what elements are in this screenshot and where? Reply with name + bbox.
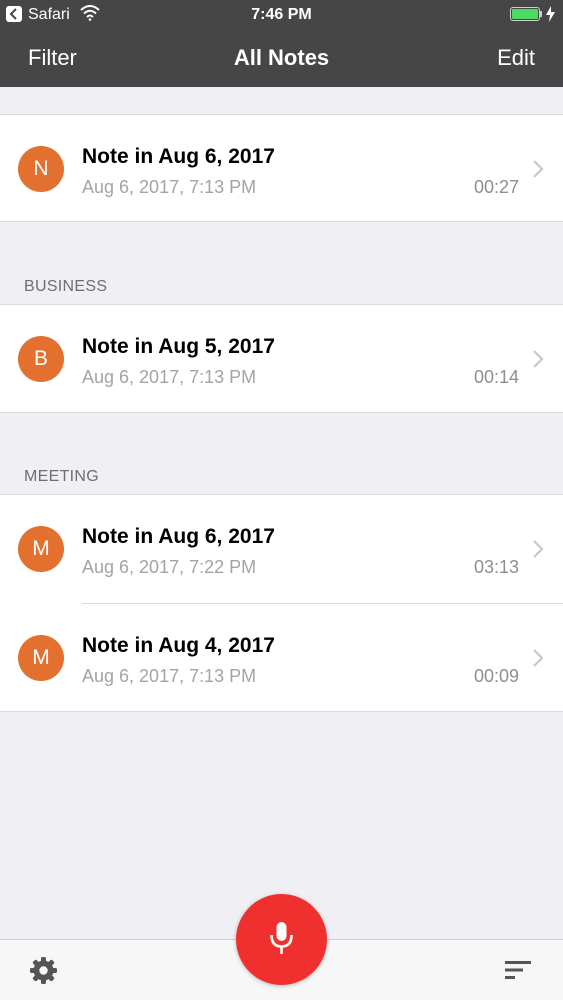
note-title: Note in Aug 5, 2017 (82, 335, 275, 358)
note-row[interactable]: M Note in Aug 4, 2017 Aug 6, 2017, 7:13 … (0, 604, 563, 712)
notes-group-meeting: M Note in Aug 6, 2017 Aug 6, 2017, 7:22 … (0, 494, 563, 712)
note-duration: 00:14 (473, 367, 519, 387)
page-title: All Notes (233, 45, 330, 70)
note-row[interactable]: M Note in Aug 6, 2017 Aug 6, 2017, 7:22 … (0, 495, 563, 603)
note-duration: 03:13 (473, 557, 519, 577)
note-date: Aug 6, 2017, 7:22 PM (82, 557, 257, 577)
battery-cap (540, 11, 542, 17)
note-title: Note in Aug 4, 2017 (82, 634, 275, 657)
notes-group-business: B Note in Aug 5, 2017 Aug 6, 2017, 7:13 … (0, 304, 563, 413)
note-title: Note in Aug 6, 2017 (82, 145, 275, 168)
gear-icon[interactable] (29, 956, 58, 985)
battery-icon (510, 7, 540, 21)
note-avatar: B (18, 336, 64, 382)
sort-lines-icon[interactable] (505, 960, 533, 980)
note-avatar: N (18, 146, 64, 192)
notes-group-uncategorized: N Note in Aug 6, 2017 Aug 6, 2017, 7:13 … (0, 114, 563, 222)
note-date: Aug 6, 2017, 7:13 PM (82, 367, 257, 387)
top-bar: Safari 7:46 PM Filter All Notes Edit (0, 0, 563, 87)
edit-button[interactable]: Edit (497, 45, 535, 71)
note-duration: 00:27 (473, 177, 519, 197)
note-avatar: M (18, 526, 64, 572)
chevron-right-icon (533, 350, 544, 368)
record-button[interactable] (236, 894, 327, 985)
microphone-icon (270, 922, 293, 954)
section-header-business: BUSINESS (24, 278, 108, 295)
note-date: Aug 6, 2017, 7:13 PM (82, 177, 257, 197)
section-header-meeting: MEETING (24, 468, 99, 485)
chevron-right-icon (533, 649, 544, 667)
note-row[interactable]: B Note in Aug 5, 2017 Aug 6, 2017, 7:13 … (0, 305, 563, 413)
chevron-right-icon (533, 540, 544, 558)
chevron-right-icon (533, 160, 544, 178)
note-title: Note in Aug 6, 2017 (82, 525, 275, 548)
status-bar: Safari 7:46 PM (0, 0, 563, 30)
status-time: 7:46 PM (251, 6, 312, 23)
note-date: Aug 6, 2017, 7:13 PM (82, 666, 257, 686)
note-duration: 00:09 (473, 666, 519, 686)
note-row[interactable]: N Note in Aug 6, 2017 Aug 6, 2017, 7:13 … (0, 115, 563, 223)
charging-bolt-icon (546, 6, 555, 22)
note-avatar: M (18, 635, 64, 681)
